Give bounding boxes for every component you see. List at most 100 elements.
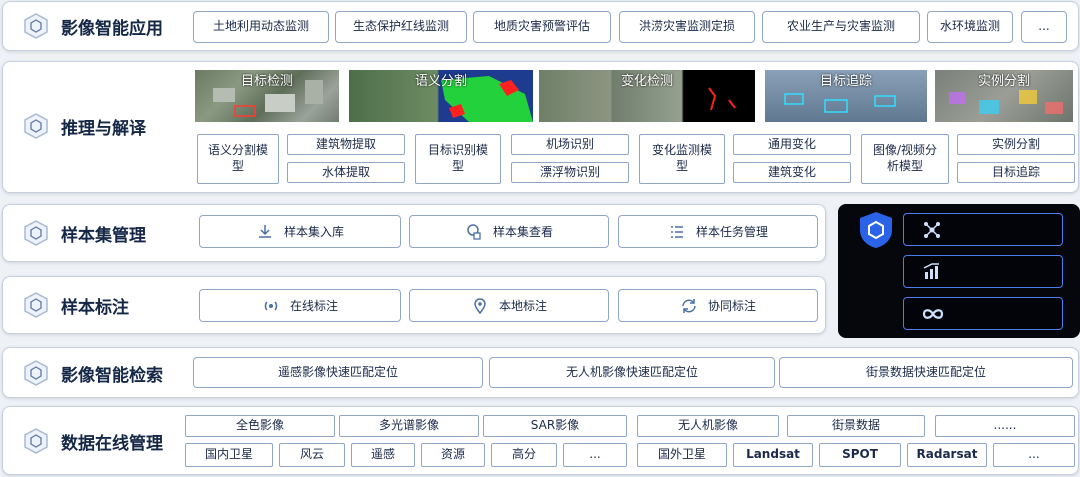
inference-row-title: 推理与解译 [61,118,146,139]
download-icon [258,224,271,238]
sat-spot[interactable]: SPOT [819,443,901,467]
model-label: 图像/视频分析模型 [872,143,938,173]
rs-image-match[interactable]: 遥感影像快速匹配定位 [193,357,483,388]
image-video-model[interactable]: 图像/视频分析模型 [861,134,949,184]
water-extract[interactable]: 水体提取 [287,162,405,183]
instance-seg[interactable]: 实例分割 [957,134,1075,155]
search-title: 影像智能检索 [61,365,163,386]
building-change[interactable]: 建筑变化 [733,162,851,183]
app-row-title-wrap: 影像智能应用 [23,13,163,39]
shield-cube-icon [860,212,892,248]
cube-icon [24,360,48,386]
data-uav[interactable]: 无人机影像 [637,415,779,437]
app-item-agri[interactable]: 农业生产与灾害监测 [762,11,920,43]
sample-import-button[interactable]: 样本集入库 [199,215,401,248]
floating-recog[interactable]: 漂浮物识别 [511,162,629,183]
search-row: 影像智能检索 遥感影像快速匹配定位 无人机影像快速匹配定位 街景数据快速匹配定位 [2,347,1079,398]
app-item-geo[interactable]: 地质灾害预警评估 [473,11,611,43]
button-label: 样本集查看 [492,225,553,239]
target-detection-image: 目标检测 [195,70,339,122]
infinity-icon [922,308,944,319]
cube-icon [24,220,48,246]
model-label: 变化监测模型 [651,143,712,173]
data-title-wrap: 数据在线管理 [23,428,163,454]
inference-row: 推理与解译 目标检测 语义分割 变化检测 目标追踪 实例分割 语义分割模型 建筑… [2,61,1079,193]
collab-annotate-button[interactable]: 协同标注 [618,289,818,322]
app-row: 影像智能应用 土地利用动态监测 生态保护红线监测 地质灾害预警评估 洪涝灾害监测… [2,1,1079,51]
sample-view-button[interactable]: 样本集查看 [409,215,609,248]
sample-set-title-wrap: 样本集管理 [23,220,146,246]
streetview-match[interactable]: 街景数据快速匹配定位 [779,357,1073,388]
cube-icon [24,13,48,39]
button-label: 协同标注 [707,299,756,313]
sat-more-foreign[interactable]: ... [993,443,1075,467]
change-monitor-model[interactable]: 变化监测模型 [639,134,725,184]
data-more[interactable]: ...... [935,415,1075,437]
button-label: 样本任务管理 [695,225,768,239]
semantic-seg-image: 语义分割 [349,70,533,122]
location-icon [474,297,486,314]
local-annotate-button[interactable]: 本地标注 [409,289,609,322]
data-sar[interactable]: SAR影像 [483,415,627,437]
data-multispec[interactable]: 多光谱影像 [339,415,479,437]
sat-more-domestic[interactable]: ... [563,443,627,467]
image-caption: 目标追踪 [819,74,872,89]
sat-ziyuan[interactable]: 资源 [421,443,485,467]
chart-button[interactable] [903,255,1063,288]
general-change[interactable]: 通用变化 [733,134,851,155]
sample-set-title: 样本集管理 [61,225,146,246]
online-annotate-button[interactable]: 在线标注 [199,289,401,322]
list-icon [670,225,683,238]
sample-set-row: 样本集管理 样本集入库 样本集查看 样本任务管理 [2,204,826,262]
infinity-button[interactable] [903,297,1063,330]
sat-fengyun[interactable]: 风云 [279,443,345,467]
annotation-title: 样本标注 [61,297,129,318]
cube-icon [24,428,48,454]
image-caption: 语义分割 [414,74,467,89]
model-label: 语义分割模型 [207,143,268,173]
target-tracking[interactable]: 目标追踪 [957,162,1075,183]
sync-icon [682,298,696,313]
inference-row-title-wrap: 推理与解译 [23,113,146,139]
network-button[interactable] [903,213,1063,246]
building-extract[interactable]: 建筑物提取 [287,134,405,155]
sat-domestic[interactable]: 国内卫星 [185,443,273,467]
image-caption: 目标检测 [240,74,293,89]
model-label: 目标识别模型 [427,143,488,173]
image-caption: 变化检测 [620,74,673,89]
app-item-land[interactable]: 土地利用动态监测 [193,11,329,43]
sat-yaogan[interactable]: 遥感 [351,443,415,467]
sat-gaofen[interactable]: 高分 [491,443,557,467]
app-row-title: 影像智能应用 [61,18,163,39]
data-row: 数据在线管理 全色影像 多光谱影像 SAR影像 无人机影像 街景数据 .....… [2,406,1079,475]
signal-icon [264,301,278,310]
sat-landsat[interactable]: Landsat [733,443,813,467]
sat-foreign[interactable]: 国外卫星 [637,443,727,467]
sat-radarsat[interactable]: Radarsat [907,443,987,467]
data-title: 数据在线管理 [61,433,163,454]
network-icon [924,221,940,238]
image-caption: 实例分割 [977,74,1030,89]
annotation-title-wrap: 样本标注 [23,292,129,318]
side-panel [838,204,1080,338]
change-detection-image: 变化检测 [539,70,755,122]
semantic-seg-model[interactable]: 语义分割模型 [197,134,279,184]
search-title-wrap: 影像智能检索 [23,360,163,386]
chart-icon [923,262,939,279]
app-item-flood[interactable]: 洪涝灾害监测定损 [619,11,755,43]
data-streetview[interactable]: 街景数据 [787,415,925,437]
data-pan[interactable]: 全色影像 [185,415,335,437]
app-item-eco[interactable]: 生态保护红线监测 [335,11,467,43]
button-label: 样本集入库 [283,225,344,239]
sample-task-button[interactable]: 样本任务管理 [618,215,818,248]
view-icon [467,223,481,240]
app-item-more[interactable]: ... [1021,11,1067,43]
cube-icon [24,292,48,318]
annotation-row: 样本标注 在线标注 本地标注 协同标注 [2,276,826,334]
uav-image-match[interactable]: 无人机影像快速匹配定位 [489,357,775,388]
app-item-water[interactable]: 水环境监测 [927,11,1013,43]
target-recog-model[interactable]: 目标识别模型 [415,134,501,184]
button-label: 在线标注 [289,299,338,313]
target-tracking-image: 目标追踪 [765,70,927,122]
airport-recog[interactable]: 机场识别 [511,134,629,155]
